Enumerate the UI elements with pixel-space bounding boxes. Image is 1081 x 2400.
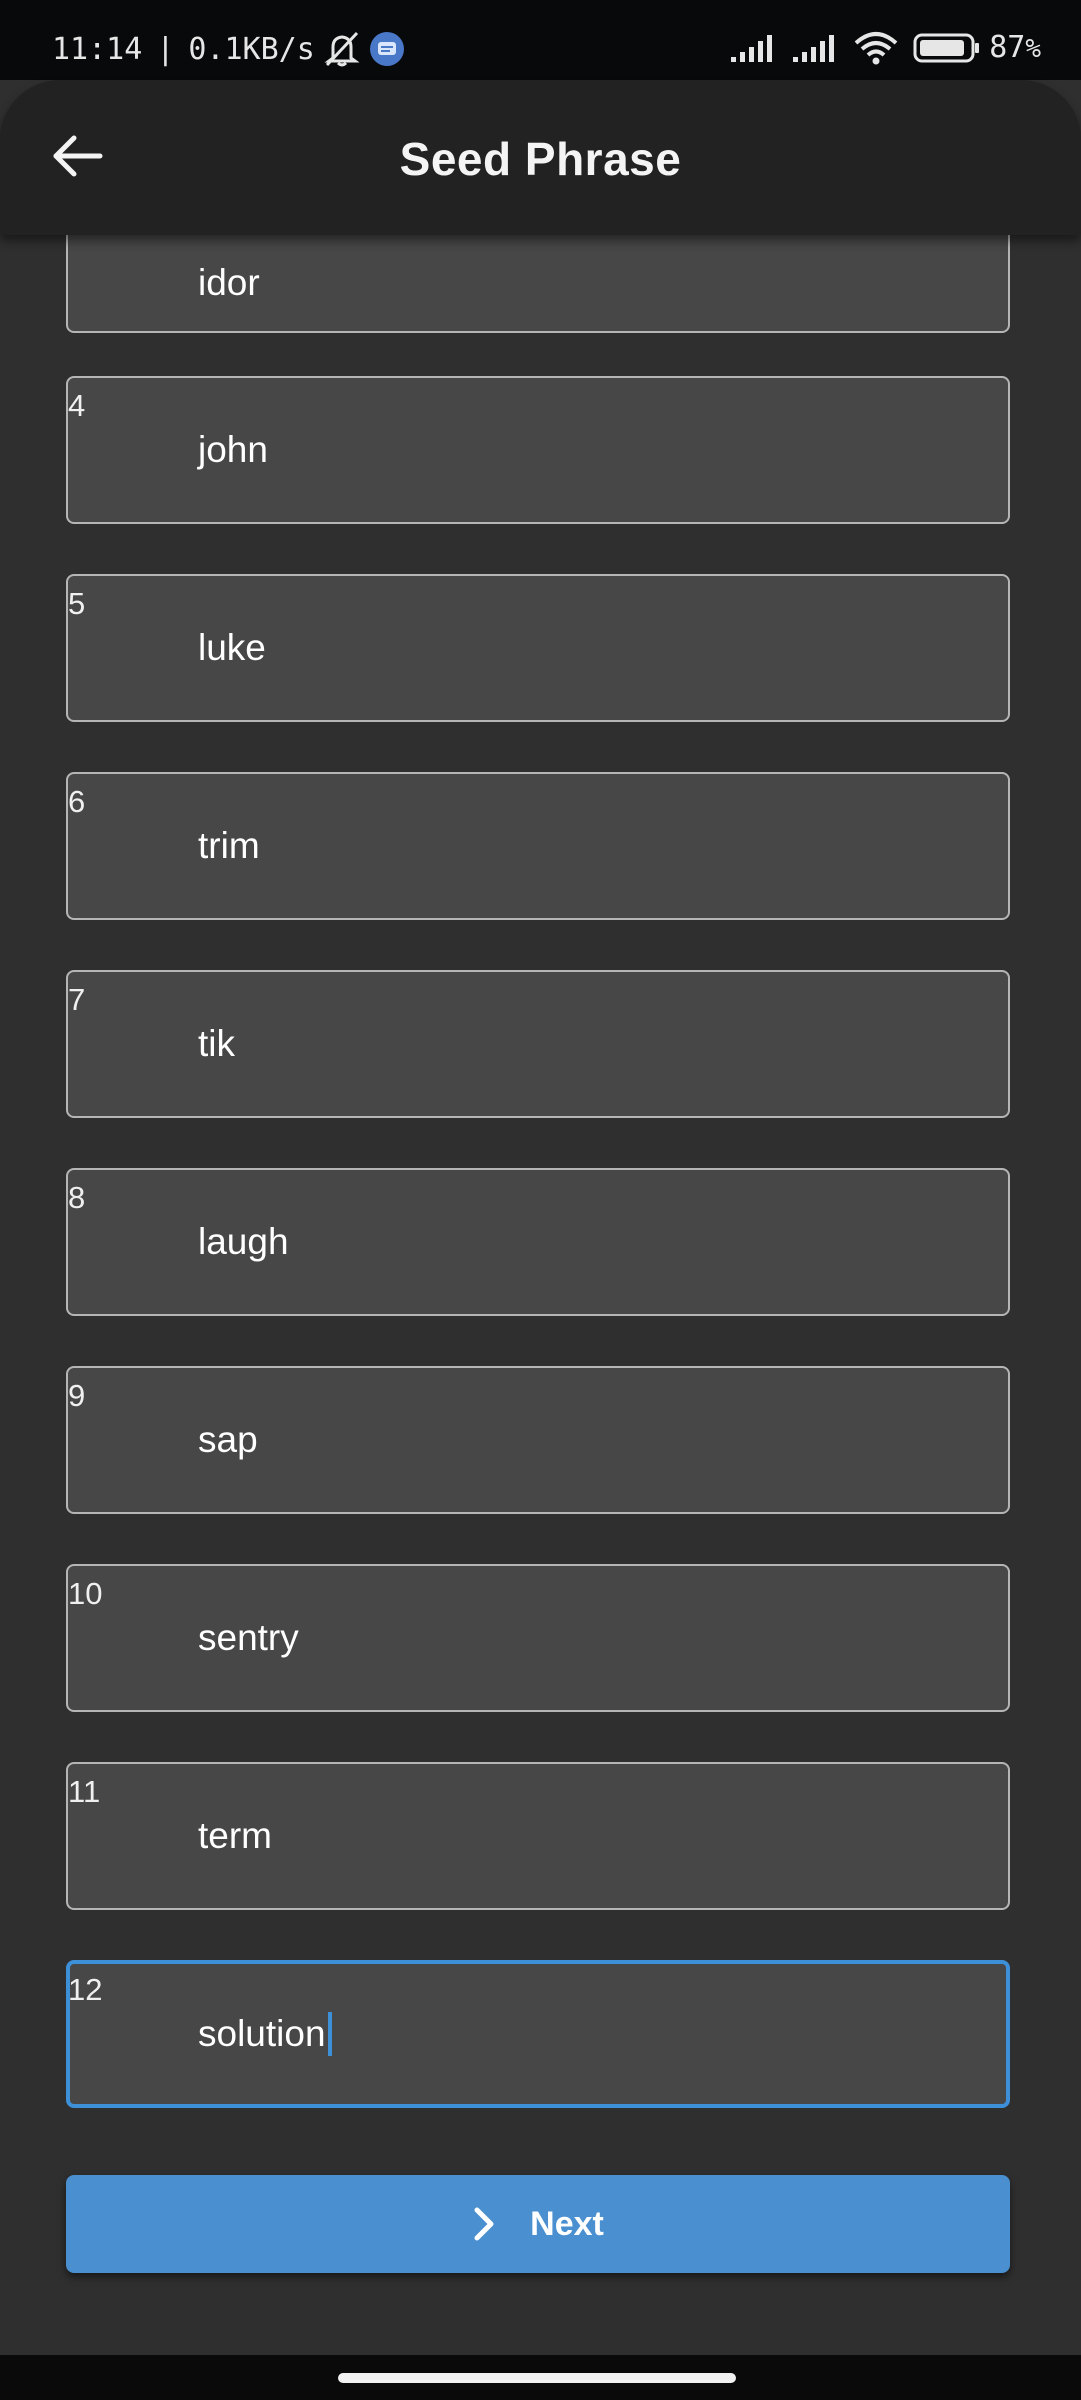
seed-word-field[interactable]: 7 tik [66,970,1010,1118]
status-bar: 11:14 | 0.1KB/s 87% [0,0,1081,80]
home-indicator[interactable] [338,2373,736,2383]
word-value: solution [198,2013,326,2054]
battery-icon [913,32,981,64]
text-cursor [327,2012,332,2056]
app-bar: Seed Phrase [0,80,1081,235]
word-index: 11 [68,1774,101,1809]
word-input[interactable]: term [198,1764,978,1908]
chevron-right-icon [474,2207,494,2241]
system-nav-bar [0,2355,1081,2400]
word-input[interactable]: solution [198,1964,978,2104]
word-value: idor [198,262,260,303]
word-value: laugh [198,1221,289,1262]
word-index: 4 [68,388,86,423]
word-input[interactable]: tik [198,972,978,1116]
word-value: sap [198,1419,258,1460]
word-value: trim [198,825,260,866]
next-button-label: Next [530,2204,604,2243]
word-value: luke [198,627,266,668]
status-time: 11:14 [52,31,143,67]
seed-word-field[interactable]: 4 john [66,376,1010,524]
signal-icon-secondary [791,33,839,63]
word-index: 12 [68,1972,103,2007]
word-index: 5 [68,586,86,621]
word-index: 9 [68,1378,86,1413]
word-value: tik [198,1023,235,1064]
word-input[interactable]: trim [198,774,978,918]
seed-word-field[interactable]: 8 laugh [66,1168,1010,1316]
status-separator: | [156,31,175,67]
word-value: john [198,429,268,470]
word-input[interactable]: john [198,378,978,522]
message-app-icon [369,31,405,67]
battery-value: 87 [989,30,1026,65]
seed-word-field[interactable]: 10 sentry [66,1564,1010,1712]
battery-unit: % [1025,34,1041,64]
network-speed: 0.1KB/s [188,31,315,67]
seed-word-field[interactable]: 5 luke [66,574,1010,722]
word-index: 6 [68,784,86,819]
seed-word-field[interactable]: 6 trim [66,772,1010,920]
mute-icon [321,30,363,68]
word-index: 10 [68,1576,103,1611]
word-input[interactable]: laugh [198,1170,978,1314]
word-input[interactable]: sap [198,1368,978,1512]
word-input[interactable]: luke [198,576,978,720]
next-button[interactable]: Next [66,2175,1010,2273]
seed-word-field[interactable]: 11 term [66,1762,1010,1910]
battery-percent: 87% [989,30,1041,65]
status-left: 11:14 | 0.1KB/s [52,30,405,68]
wifi-icon [853,31,899,65]
seed-word-field-focused[interactable]: 12 solution [66,1960,1010,2108]
status-right: 87% [729,30,1041,65]
page-title: Seed Phrase [399,133,682,185]
word-index: 7 [68,982,86,1017]
word-value: sentry [198,1617,299,1658]
seed-word-field[interactable]: idor [66,235,1010,333]
word-index: 8 [68,1180,86,1215]
word-input[interactable]: idor [198,235,978,355]
signal-icon [729,33,777,63]
seed-word-field[interactable]: 9 sap [66,1366,1010,1514]
seed-phrase-list: idor 4 john 5 luke 6 trim 7 tik 8 laugh … [0,235,1081,2355]
word-value: term [198,1815,272,1856]
word-input[interactable]: sentry [198,1566,978,1710]
